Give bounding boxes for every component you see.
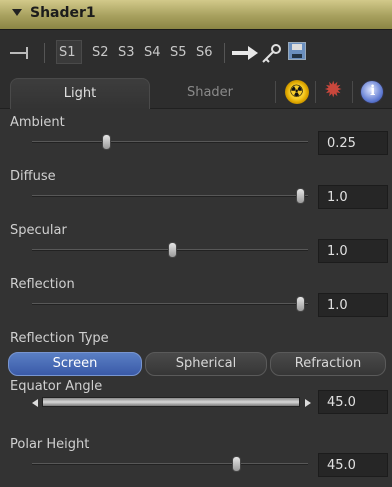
- specular-label: Specular: [10, 223, 67, 238]
- equator-angle-wheel[interactable]: [42, 397, 300, 407]
- reflection-slider[interactable]: [32, 303, 308, 305]
- reflection-value[interactable]: 1.0: [318, 293, 388, 317]
- tool-header[interactable]: Shader1: [0, 0, 392, 30]
- pin-icon[interactable]: [8, 46, 34, 60]
- reflection-type-label: Reflection Type: [10, 331, 109, 346]
- separator: [275, 81, 276, 103]
- screen-button[interactable]: Screen: [8, 352, 142, 376]
- version-bar: S1 S2 S3 S4 S5 S6: [0, 33, 392, 73]
- angle-right-arrow-icon[interactable]: [305, 399, 311, 407]
- arrow-icon[interactable]: [232, 46, 260, 60]
- polar-height-value[interactable]: 45.0: [318, 453, 388, 477]
- reflection-slider-thumb[interactable]: [296, 296, 305, 312]
- collapse-arrow-icon[interactable]: [12, 9, 22, 16]
- ambient-label: Ambient: [10, 115, 65, 130]
- separator: [352, 81, 353, 103]
- polar-height-slider[interactable]: [32, 463, 308, 465]
- separator: [315, 81, 316, 103]
- version-s2[interactable]: S2: [92, 45, 109, 60]
- tab-light[interactable]: Light: [10, 78, 150, 109]
- polar-height-slider-thumb[interactable]: [232, 456, 241, 472]
- ambient-slider-thumb[interactable]: [102, 134, 111, 150]
- specular-value[interactable]: 1.0: [318, 239, 388, 263]
- diffuse-slider-thumb[interactable]: [296, 188, 305, 204]
- version-s3[interactable]: S3: [118, 45, 135, 60]
- refraction-button[interactable]: Refraction: [270, 352, 386, 376]
- ambient-slider[interactable]: [32, 141, 308, 143]
- separator: [224, 43, 225, 63]
- radioactive-icon[interactable]: [285, 80, 309, 104]
- separator: [44, 43, 45, 63]
- version-s5[interactable]: S5: [170, 45, 187, 60]
- tool-name: Shader1: [30, 5, 96, 21]
- equator-angle-label: Equator Angle: [10, 379, 103, 394]
- tab-shader[interactable]: Shader: [150, 78, 270, 109]
- info-icon[interactable]: [360, 80, 384, 104]
- tab-row: Light Shader: [0, 75, 392, 109]
- polar-height-label: Polar Height: [10, 437, 90, 452]
- equator-angle-value[interactable]: 45.0: [318, 390, 388, 414]
- ambient-value[interactable]: 0.25: [318, 131, 388, 155]
- controls-panel: Ambient 0.25 Diffuse 1.0 Specular 1.0 Re…: [0, 109, 392, 487]
- version-s4[interactable]: S4: [144, 45, 161, 60]
- diffuse-value[interactable]: 1.0: [318, 185, 388, 209]
- save-icon[interactable]: [288, 42, 306, 60]
- specular-slider-thumb[interactable]: [168, 242, 177, 258]
- diffuse-label: Diffuse: [10, 169, 56, 184]
- key-icon[interactable]: [260, 43, 282, 65]
- spherical-button[interactable]: Spherical: [145, 352, 267, 376]
- reflection-label: Reflection: [10, 277, 75, 292]
- version-s1[interactable]: S1: [56, 40, 82, 64]
- gear-icon[interactable]: [323, 78, 347, 104]
- angle-left-arrow-icon[interactable]: [32, 399, 38, 407]
- version-s6[interactable]: S6: [196, 45, 213, 60]
- diffuse-slider[interactable]: [32, 195, 308, 197]
